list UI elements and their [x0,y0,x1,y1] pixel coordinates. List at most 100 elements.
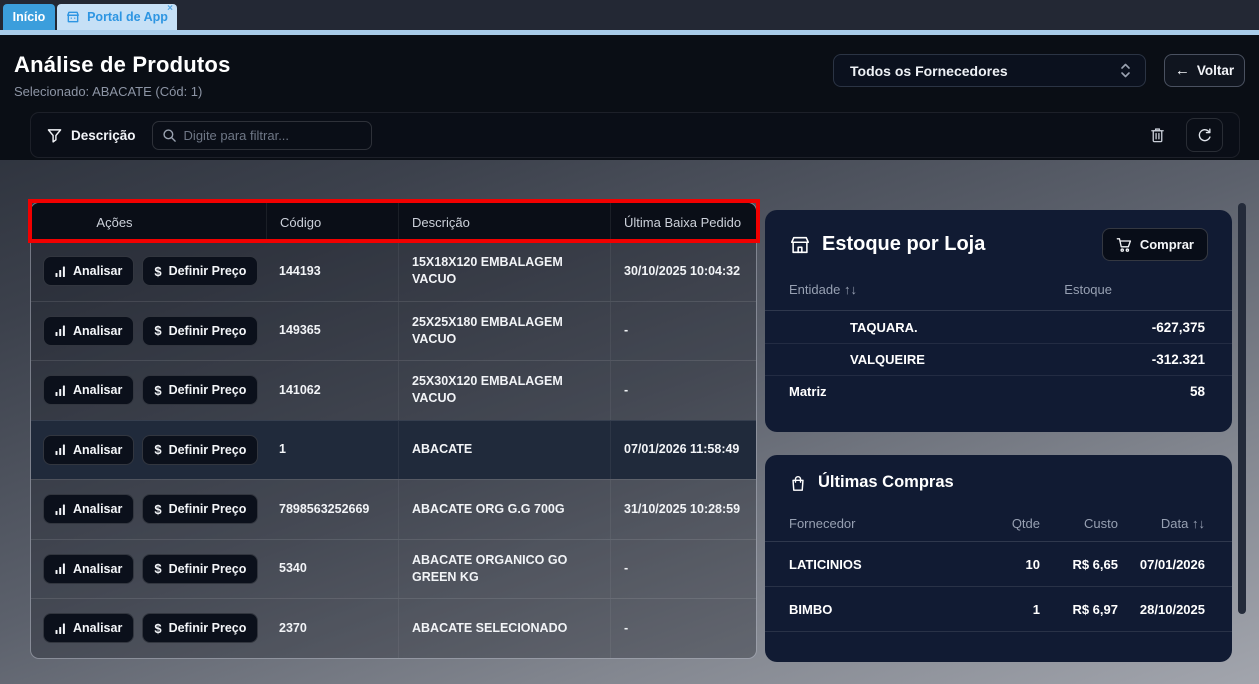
bar-chart-icon [55,444,66,455]
purchases-panel-title: Últimas Compras [789,473,954,492]
column-header-ultima-baixa[interactable]: Última Baixa Pedido [610,203,757,241]
analyze-button[interactable]: Analisar [43,613,134,643]
bar-chart-icon [55,504,66,515]
column-header-codigo[interactable]: Código [266,203,398,241]
purchase-cost: R$ 6,97 [1040,602,1118,617]
stock-value: -312.321 [1152,352,1205,367]
stock-row[interactable]: VALQUEIRE -312.321 [765,343,1232,375]
product-table-row[interactable]: Analisar $ Definir Preço 7898563252669 A… [31,479,756,539]
analyze-button[interactable]: Analisar [43,494,134,524]
search-icon [162,128,177,143]
vertical-scrollbar[interactable] [1238,203,1246,614]
last-order-cell: 31/10/2025 10:28:59 [610,480,757,539]
dollar-icon: $ [154,383,161,398]
product-table-row[interactable]: Analisar $ Definir Preço 5340 ABACATE OR… [31,539,756,599]
stock-entity: Matriz [789,384,1190,399]
store-icon [789,234,811,256]
column-header-data[interactable]: Data ↑↓ [1118,516,1205,531]
filter-field-label: Descrição [47,128,136,143]
trash-button[interactable] [1149,126,1166,144]
back-arrow-icon: ← [1175,63,1190,78]
shopping-bag-icon [789,474,807,492]
refresh-button[interactable] [1186,118,1223,152]
cart-icon [1116,237,1132,253]
dollar-icon: $ [154,502,161,517]
set-price-button[interactable]: $ Definir Preço [142,494,258,524]
last-purchases-panel: Últimas Compras Fornecedor Qtde Custo Da… [765,455,1232,662]
actions-cell: Analisar $ Definir Preço [31,599,266,658]
column-header-custo[interactable]: Custo [1040,516,1118,531]
analyze-button[interactable]: Analisar [43,435,134,465]
product-code-cell: 1 [266,421,398,480]
analyze-button[interactable]: Analisar [43,375,134,405]
app-window: Início Portal de App × Análise de Produt… [0,0,1259,684]
sort-arrows-icon: ↑↓ [1192,516,1205,531]
stock-table-header: Entidade ↑↓ Estoque [765,282,1232,306]
bar-chart-icon [55,385,66,396]
column-header-qtde[interactable]: Qtde [980,516,1040,531]
column-header-fornecedor[interactable]: Fornecedor [789,516,980,531]
product-table-row[interactable]: Analisar $ Definir Preço 144193 15X18X12… [31,241,756,301]
product-description-cell: 25X25X180 EMBALAGEM VACUO [398,302,610,361]
purchase-date: 28/10/2025 [1118,602,1205,617]
search-input[interactable] [184,128,362,143]
stock-by-store-panel: Estoque por Loja Comprar Entidade ↑↓ Est… [765,210,1232,432]
stock-row[interactable]: TAQUARA. -627,375 [765,311,1232,343]
dollar-icon: $ [154,323,161,338]
product-description-cell: 25X30X120 EMBALAGEM VACUO [398,361,610,420]
product-table-row[interactable]: Analisar $ Definir Preço 149365 25X25X18… [31,301,756,361]
set-price-button[interactable]: $ Definir Preço [142,435,258,465]
supplier-select[interactable]: Todos os Fornecedores [833,54,1146,87]
stock-value: 58 [1190,384,1205,399]
column-header-descricao[interactable]: Descrição [398,203,610,241]
dollar-icon: $ [154,442,161,457]
purchase-row[interactable]: BIMBO 1 R$ 6,97 28/10/2025 [765,587,1232,632]
page-title: Análise de Produtos [14,52,231,78]
products-table: Ações Código Descrição Última Baixa Pedi… [30,202,757,659]
column-header-acoes[interactable]: Ações [31,215,266,230]
stock-entity: TAQUARA. [789,320,1152,335]
supplier-select-value: Todos os Fornecedores [850,63,1120,79]
sort-arrows-icon: ↑↓ [844,282,857,297]
purchase-supplier: LATICINIOS [789,557,980,572]
tab-inicio[interactable]: Início [3,4,55,30]
set-price-button[interactable]: $ Definir Preço [142,613,258,643]
stock-row[interactable]: Matriz 58 [765,375,1232,407]
product-description-cell: ABACATE SELECIONADO [398,599,610,658]
buy-button[interactable]: Comprar [1102,228,1208,261]
analyze-button[interactable]: Analisar [43,256,134,286]
bar-chart-icon [55,266,66,277]
actions-cell: Analisar $ Definir Preço [31,302,266,361]
dollar-icon: $ [154,561,161,576]
selected-product-subtitle: Selecionado: ABACATE (Cód: 1) [14,84,202,99]
tab-portal-de-app[interactable]: Portal de App × [57,4,177,30]
products-table-body: Analisar $ Definir Preço 144193 15X18X12… [31,241,756,658]
last-order-cell: - [610,302,757,361]
actions-cell: Analisar $ Definir Preço [31,480,266,539]
set-price-button[interactable]: $ Definir Preço [142,375,258,405]
purchase-row[interactable]: LATICINIOS 10 R$ 6,65 07/01/2026 [765,542,1232,587]
buy-button-label: Comprar [1140,237,1194,252]
product-description-cell: 15X18X120 EMBALAGEM VACUO [398,242,610,301]
analyze-button[interactable]: Analisar [43,316,134,346]
tab-portal-label: Portal de App [87,10,168,24]
column-header-entidade[interactable]: Entidade ↑↓ [789,282,857,297]
set-price-button[interactable]: $ Definir Preço [142,316,258,346]
last-order-cell: - [610,540,757,599]
column-header-estoque[interactable]: Estoque [1064,282,1112,297]
dollar-icon: $ [154,264,161,279]
purchase-date: 07/01/2026 [1118,557,1205,572]
last-order-cell: 07/01/2026 11:58:49 [610,421,757,480]
set-price-button[interactable]: $ Definir Preço [142,554,258,584]
product-table-row[interactable]: Analisar $ Definir Preço 2370 ABACATE SE… [31,598,756,658]
dollar-icon: $ [154,621,161,636]
analyze-button[interactable]: Analisar [43,554,134,584]
product-description-cell: ABACATE [398,421,610,480]
product-description-cell: ABACATE ORG G.G 700G [398,480,610,539]
back-button[interactable]: ← Voltar [1164,54,1245,87]
product-table-row[interactable]: Analisar $ Definir Preço 1 ABACATE 07/01… [31,420,756,480]
close-tab-icon[interactable]: × [167,4,173,14]
product-code-cell: 141062 [266,361,398,420]
product-table-row[interactable]: Analisar $ Definir Preço 141062 25X30X12… [31,360,756,420]
set-price-button[interactable]: $ Definir Preço [142,256,258,286]
